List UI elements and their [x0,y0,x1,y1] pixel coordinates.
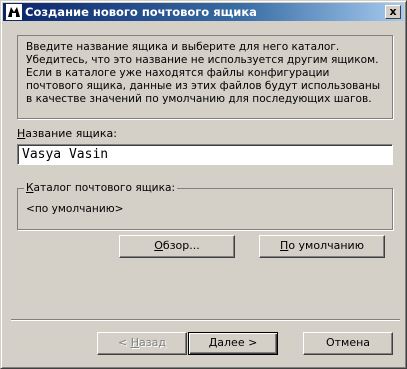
mailbox-name-input[interactable]: Vasya Vasin [17,144,393,165]
close-icon: x [389,5,397,18]
default-catalog-label: о умолчанию [288,239,364,252]
catalog-label-text: аталог почтового ящика: [33,182,176,194]
back-accel: Н [130,336,140,349]
separator [11,319,400,321]
default-catalog-button[interactable]: По умолчанию [259,235,385,258]
catalog-label: Каталог почтового ящика: [24,182,178,194]
browse-button[interactable]: Обзор... [119,235,235,258]
back-label: азад [139,336,166,349]
mailbox-name-label-text: азвание ящика: [25,127,117,140]
back-button[interactable]: < Назад [97,332,187,355]
cancel-button[interactable]: Отмена [303,332,393,355]
next-accel: Д [208,336,218,349]
catalog-label-accel: К [26,182,34,194]
dialog-window: Создание нового почтового ящика x Введит… [0,0,407,369]
title-bar[interactable]: Создание нового почтового ящика x [3,3,404,21]
browse-accel: О [154,239,163,252]
intro-panel: Введите название ящика и выберите для не… [17,35,393,119]
catalog-group: Каталог почтового ящика: <по умолчанию> [17,182,393,230]
browse-label: бзор... [162,239,200,252]
back-prefix: < [118,336,131,349]
intro-text: Введите название ящика и выберите для не… [26,41,381,105]
next-label: алее > [217,336,258,349]
close-button[interactable]: x [385,5,401,19]
catalog-value: <по умолчанию> [26,203,124,215]
mailbox-name-label: Название ящика: [17,127,117,140]
mailbox-app-icon [6,4,22,20]
window-title: Создание нового почтового ящика [25,5,257,19]
next-button[interactable]: Далее > [188,332,278,355]
